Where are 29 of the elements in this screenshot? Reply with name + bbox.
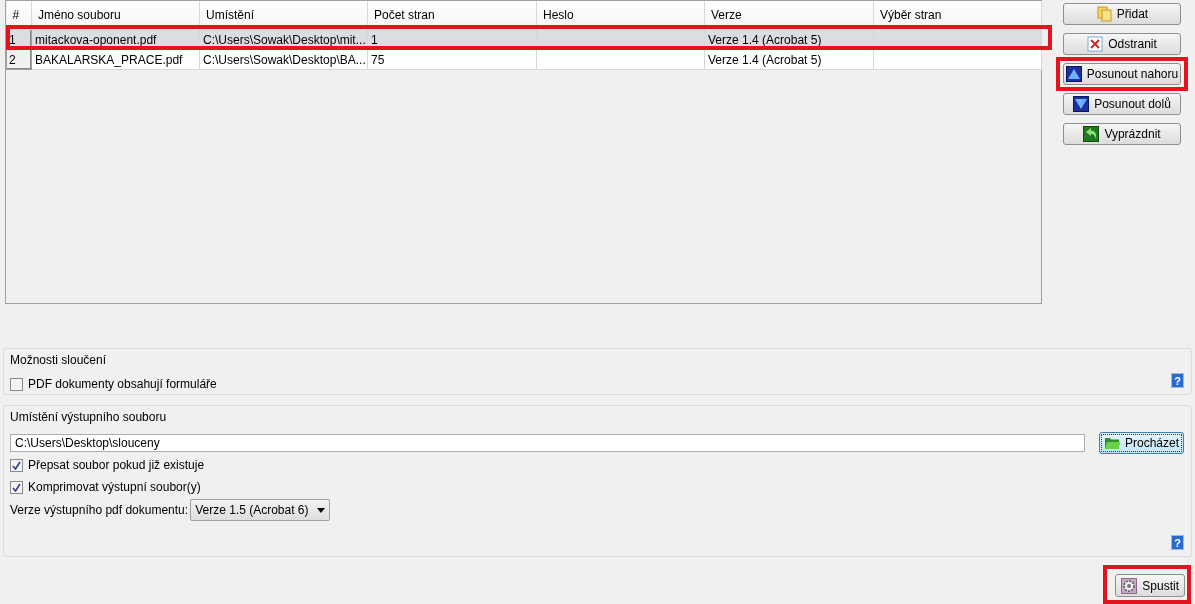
caret-icon (316, 507, 325, 513)
row-number[interactable]: 2 (6, 49, 32, 70)
checkbox[interactable] (10, 458, 23, 472)
checkbox-label: Komprimovat výstupní soubor(y) (28, 480, 201, 494)
move-down-button[interactable]: Posunout dolů (1063, 93, 1181, 115)
gear-icon (1121, 577, 1138, 594)
checkbox-label: Přepsat soubor pokud již existuje (28, 458, 205, 472)
clear-button[interactable]: Vyprázdnit (1063, 123, 1181, 145)
checkbox[interactable] (10, 480, 23, 494)
triangle-down-icon (1073, 96, 1090, 112)
browse-button[interactable]: Procházet (1099, 432, 1185, 454)
checkbox[interactable] (10, 377, 23, 391)
checkbox-label: PDF dokumenty obsahují formuláře (28, 377, 217, 391)
arrow-back-icon (1083, 126, 1100, 142)
section-title: Možnosti sloučení (10, 353, 108, 367)
help-icon[interactable]: ? (1171, 373, 1184, 388)
folder-icon (1104, 436, 1121, 450)
version-dropdown[interactable]: Verze 1.5 (Acrobat 6) (190, 499, 330, 521)
move-up-button[interactable]: Posunout nahoru (1063, 63, 1181, 85)
remove-button[interactable]: Odstranit (1063, 33, 1181, 55)
close-icon (1087, 36, 1104, 52)
path-field[interactable]: C:\Users\Desktop\slouceny (10, 434, 1085, 452)
help-icon[interactable]: ? (1171, 535, 1184, 550)
section-title: Umístění výstupního souboru (10, 410, 168, 424)
add-button[interactable]: Přidat (1063, 3, 1181, 25)
triangle-up-icon (1065, 66, 1082, 82)
run-button[interactable]: Spustit (1115, 574, 1185, 597)
field-label: Verze výstupního pdf dokumentu: (10, 503, 189, 517)
pages-icon (1095, 6, 1112, 22)
